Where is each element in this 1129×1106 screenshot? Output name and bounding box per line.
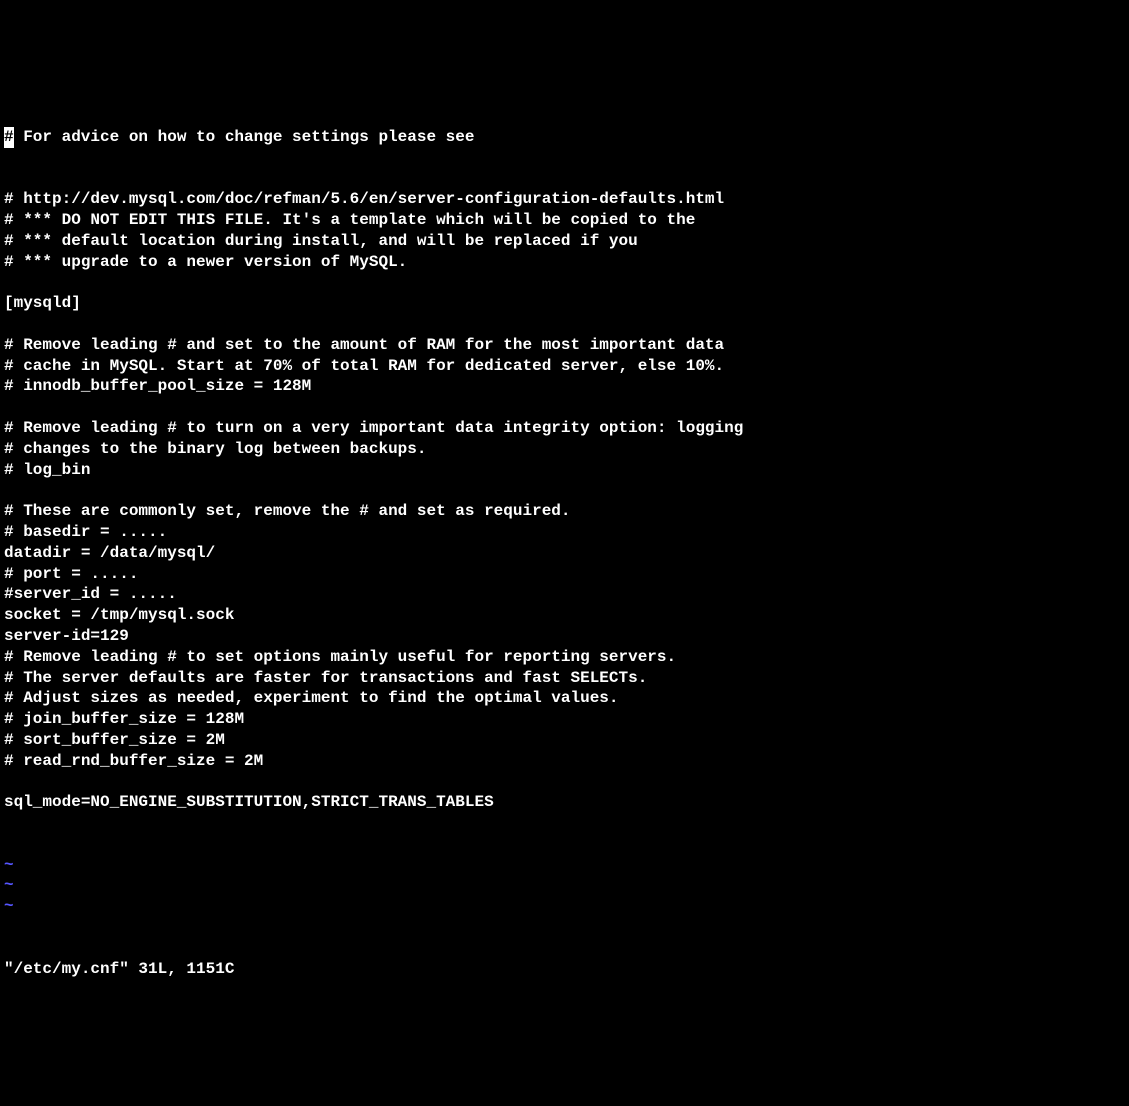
file-line-21: #server_id = .....	[4, 584, 1125, 605]
file-line-23: server-id=129	[4, 626, 1125, 647]
file-line-13: # Remove leading # to turn on a very imp…	[4, 418, 1125, 439]
file-line-19: datadir = /data/mysql/	[4, 543, 1125, 564]
file-line-8	[4, 314, 1125, 335]
vim-empty-line-tilde: ~	[4, 896, 1125, 917]
file-line-4: # *** default location during install, a…	[4, 231, 1125, 252]
file-line-24: # Remove leading # to set options mainly…	[4, 647, 1125, 668]
file-line-1-rest: For advice on how to change settings ple…	[14, 127, 475, 148]
file-line-25: # The server defaults are faster for tra…	[4, 668, 1125, 689]
file-line-29: # read_rnd_buffer_size = 2M	[4, 751, 1125, 772]
file-line-28: # sort_buffer_size = 2M	[4, 730, 1125, 751]
file-line-22: socket = /tmp/mysql.sock	[4, 605, 1125, 626]
file-line-15: # log_bin	[4, 460, 1125, 481]
file-line-1: # For advice on how to change settings p…	[4, 127, 1125, 148]
vim-empty-line-tilde: ~	[4, 855, 1125, 876]
file-line-30	[4, 771, 1125, 792]
file-line-6	[4, 272, 1125, 293]
vim-cursor: #	[4, 127, 14, 148]
file-line-12	[4, 397, 1125, 418]
file-line-16	[4, 480, 1125, 501]
file-line-5: # *** upgrade to a newer version of MySQ…	[4, 252, 1125, 273]
file-line-7: [mysqld]	[4, 293, 1125, 314]
file-line-18: # basedir = .....	[4, 522, 1125, 543]
file-line-10: # cache in MySQL. Start at 70% of total …	[4, 356, 1125, 377]
file-line-9: # Remove leading # and set to the amount…	[4, 335, 1125, 356]
file-line-2: # http://dev.mysql.com/doc/refman/5.6/en…	[4, 189, 1125, 210]
vim-status-line: "/etc/my.cnf" 31L, 1151C	[4, 959, 1125, 980]
vim-editor-viewport[interactable]: # For advice on how to change settings p…	[0, 83, 1129, 1002]
file-line-27: # join_buffer_size = 128M	[4, 709, 1125, 730]
file-line-3: # *** DO NOT EDIT THIS FILE. It's a temp…	[4, 210, 1125, 231]
file-line-26: # Adjust sizes as needed, experiment to …	[4, 688, 1125, 709]
file-line-11: # innodb_buffer_pool_size = 128M	[4, 376, 1125, 397]
file-line-31: sql_mode=NO_ENGINE_SUBSTITUTION,STRICT_T…	[4, 792, 1125, 813]
file-line-14: # changes to the binary log between back…	[4, 439, 1125, 460]
vim-empty-line-tilde: ~	[4, 875, 1125, 896]
file-line-17: # These are commonly set, remove the # a…	[4, 501, 1125, 522]
file-line-20: # port = .....	[4, 564, 1125, 585]
